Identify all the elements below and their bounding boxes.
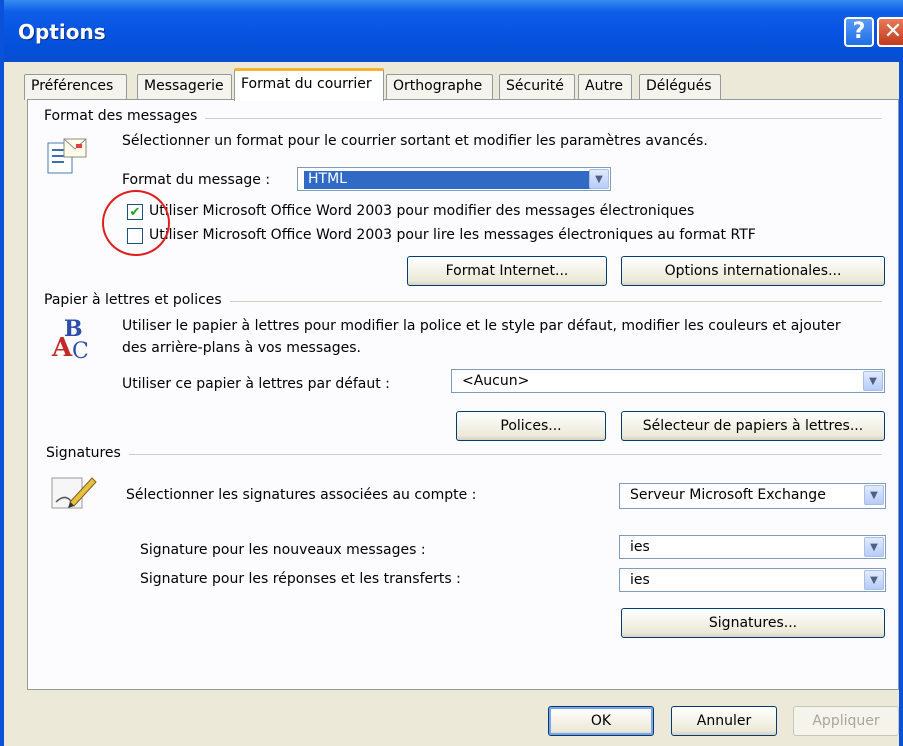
- fonts-button[interactable]: Polices...: [456, 411, 606, 441]
- reply-signature-label: Signature pour les réponses et les trans…: [140, 571, 461, 587]
- message-format-group-label: Format des messages: [44, 108, 206, 124]
- annotation-circle: [102, 190, 170, 256]
- account-select[interactable]: Serveur Microsoft Exchange ▼: [619, 483, 886, 509]
- tab-messagerie[interactable]: Messagerie: [137, 74, 232, 100]
- account-signatures-label: Sélectionner les signatures associées au…: [126, 487, 477, 503]
- close-button[interactable]: ✕: [877, 17, 903, 47]
- svg-text:C: C: [72, 339, 89, 362]
- account-value: Serveur Microsoft Exchange: [630, 487, 826, 503]
- tab-format-du-courrier[interactable]: Format du courrier: [234, 68, 384, 101]
- message-format-select[interactable]: HTML ▼: [297, 167, 611, 191]
- reply-signature-select[interactable]: ies ▼: [619, 568, 886, 592]
- chevron-down-icon[interactable]: ▼: [589, 169, 609, 189]
- stationery-description-line2: des arrière-plans à vos messages.: [122, 340, 361, 356]
- chevron-down-icon[interactable]: ▼: [863, 371, 883, 391]
- stationery-description-line1: Utiliser le papier à lettres pour modifi…: [122, 318, 841, 334]
- tab-autre[interactable]: Autre: [578, 74, 632, 100]
- chevron-down-icon[interactable]: ▼: [864, 537, 884, 557]
- reply-signature-value: ies: [630, 572, 650, 588]
- default-stationery-value: <Aucun>: [462, 373, 530, 389]
- tab-securite[interactable]: Sécurité: [499, 74, 575, 100]
- new-signature-label: Signature pour les nouveaux messages :: [140, 542, 426, 558]
- cancel-button[interactable]: Annuler: [671, 706, 777, 736]
- use-word-read-label[interactable]: Utiliser Microsoft Office Word 2003 pour…: [149, 227, 756, 243]
- chevron-down-icon[interactable]: ▼: [864, 485, 884, 505]
- stationery-picker-button[interactable]: Sélecteur de papiers à lettres...: [621, 411, 885, 441]
- new-signature-value: ies: [630, 539, 650, 555]
- ok-button[interactable]: OK: [548, 706, 654, 736]
- tab-preferences[interactable]: Préférences: [24, 74, 127, 100]
- format-label: Format du message :: [122, 172, 271, 188]
- group-divider: [48, 454, 882, 455]
- title-bar[interactable]: Options ? ✕: [4, 0, 903, 62]
- options-dialog: Options ? ✕ Préférences Messagerie Ortho…: [0, 0, 903, 746]
- new-signature-select[interactable]: ies ▼: [619, 535, 886, 559]
- use-word-edit-label[interactable]: Utiliser Microsoft Office Word 2003 pour…: [149, 203, 694, 219]
- window-title: Options: [18, 20, 106, 44]
- help-button[interactable]: ?: [844, 17, 874, 47]
- stationery-group-label: Papier à lettres et polices: [44, 292, 230, 308]
- signature-pen-icon: [51, 477, 97, 509]
- stationery-fonts-icon: B A C: [51, 316, 89, 362]
- chevron-down-icon[interactable]: ▼: [864, 570, 884, 590]
- default-stationery-select[interactable]: <Aucun> ▼: [451, 369, 885, 393]
- international-options-button[interactable]: Options internationales...: [621, 256, 885, 286]
- message-format-description: Sélectionner un format pour le courrier …: [122, 133, 708, 149]
- message-format-icon: [47, 138, 87, 174]
- signatures-button[interactable]: Signatures...: [621, 608, 885, 638]
- svg-text:A: A: [51, 333, 73, 362]
- apply-button[interactable]: Appliquer: [793, 706, 899, 736]
- default-stationery-label: Utiliser ce papier à lettres par défaut …: [122, 376, 390, 392]
- internet-format-button[interactable]: Format Internet...: [407, 256, 607, 286]
- signatures-group-label: Signatures: [46, 445, 129, 461]
- tab-orthographe[interactable]: Orthographe: [386, 74, 493, 100]
- message-format-value: HTML: [304, 171, 604, 189]
- tab-delegues[interactable]: Délégués: [639, 74, 721, 100]
